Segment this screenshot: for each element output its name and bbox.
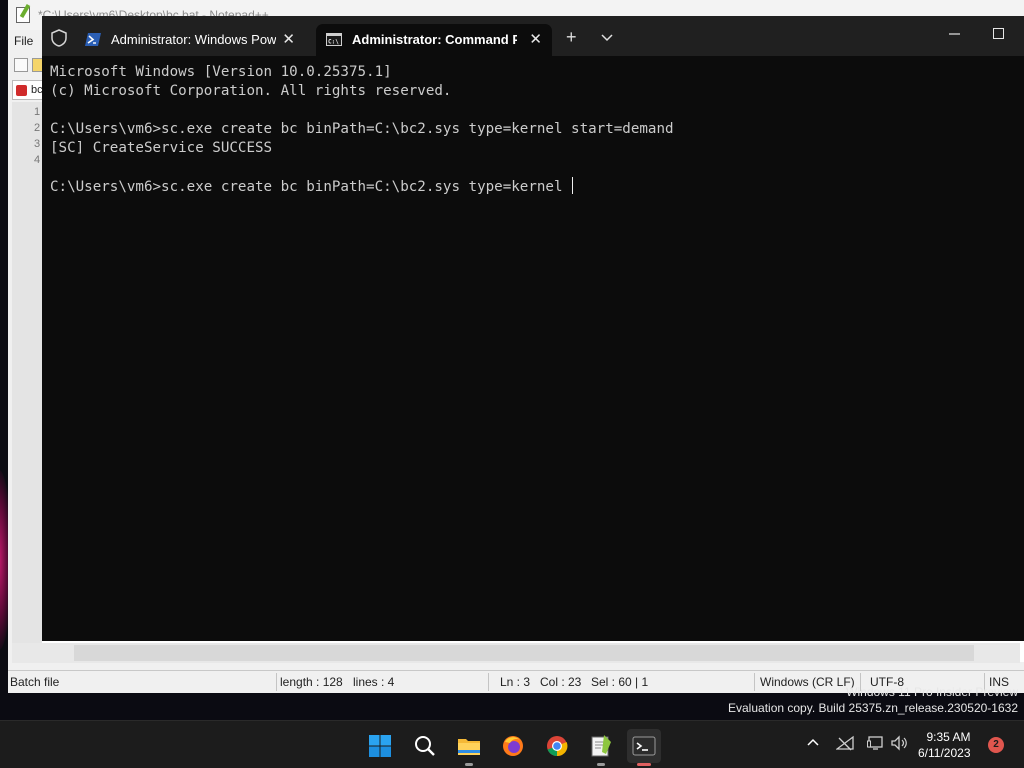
terminal-button[interactable] (627, 729, 661, 766)
scrollbar-thumb[interactable] (74, 645, 974, 661)
terminal-line: [SC] CreateService SUCCESS (50, 140, 273, 156)
notepad-tab-label: bc (31, 84, 43, 96)
device-icon[interactable] (867, 735, 885, 751)
chrome-button[interactable] (540, 729, 574, 763)
status-separator (276, 673, 277, 691)
search-button[interactable] (408, 729, 442, 763)
clock-date: 6/11/2023 (918, 746, 971, 760)
chevron-up-icon[interactable] (806, 735, 820, 749)
close-tab-icon[interactable]: ✕ (529, 30, 542, 48)
start-button[interactable] (363, 729, 397, 763)
svg-text:C:\: C:\ (328, 39, 339, 46)
tab-command-prompt[interactable]: C:\ Administrator: Command Prompt ✕ (316, 24, 552, 56)
minimize-icon[interactable] (945, 24, 965, 44)
close-tab-icon[interactable]: ✕ (282, 30, 295, 48)
running-indicator (465, 763, 473, 766)
tab-powershell-label: Administrator: Windows PowerShell (111, 32, 276, 47)
chrome-icon (547, 736, 568, 757)
status-lines: lines : 4 (353, 675, 395, 689)
taskbar: 9:35 AM 6/11/2023 2 (0, 720, 1024, 768)
line-number: 3 (34, 138, 41, 150)
admin-shield-icon (51, 29, 67, 47)
line-number-gutter: 1 2 3 4 (12, 102, 42, 662)
running-indicator (597, 763, 605, 766)
new-tab-button[interactable]: + (566, 27, 577, 48)
windows-terminal-window[interactable]: Administrator: Windows PowerShell ✕ C:\ … (42, 16, 1024, 641)
status-selection: Sel : 60 | 1 (591, 675, 649, 689)
terminal-title-bar[interactable]: Administrator: Windows PowerShell ✕ C:\ … (42, 16, 1024, 56)
line-number: 2 (34, 122, 41, 134)
notepad-app-icon (16, 7, 30, 23)
status-column: Col : 23 (540, 675, 582, 689)
line-number: 4 (34, 154, 41, 166)
notepad-plus-plus-button[interactable] (584, 729, 618, 766)
network-disconnected-icon[interactable] (836, 735, 854, 751)
status-separator (488, 673, 489, 691)
terminal-current-input: C:\Users\vm6>sc.exe create bc binPath=C:… (50, 179, 572, 195)
terminal-prompt-line[interactable]: C:\Users\vm6>sc.exe create bc binPath=C:… (50, 177, 1010, 196)
text-cursor (572, 177, 574, 194)
active-indicator (637, 763, 651, 766)
maximize-icon[interactable] (993, 28, 1004, 39)
terminal-line: C:\Users\vm6>sc.exe create bc binPath=C:… (50, 121, 674, 137)
status-file-type: Batch file (10, 675, 60, 689)
unsaved-file-icon (16, 85, 27, 96)
cmd-icon: C:\ (326, 33, 342, 46)
notification-badge[interactable]: 2 (988, 737, 1004, 753)
new-file-icon[interactable] (14, 58, 28, 72)
volume-icon[interactable] (891, 735, 909, 751)
file-explorer-button[interactable] (452, 729, 486, 766)
start-icon (369, 735, 391, 757)
terminal-line: Microsoft Windows [Version 10.0.25375.1] (50, 64, 392, 80)
firefox-icon (503, 736, 523, 756)
watermark-edition: Windows 11 Pro Insider Preview (846, 685, 1018, 699)
terminal-line: (c) Microsoft Corporation. All rights re… (50, 83, 452, 99)
search-icon (415, 736, 435, 756)
tab-command-prompt-label: Administrator: Command Prompt (352, 32, 517, 47)
watermark-build: Evaluation copy. Build 25375.zn_release.… (728, 701, 1018, 715)
status-line: Ln : 3 (500, 675, 531, 689)
notepad-plus-plus-icon (591, 735, 611, 757)
terminal-output[interactable]: Microsoft Windows [Version 10.0.25375.1]… (50, 63, 1010, 633)
terminal-icon (632, 736, 656, 756)
windows-watermark: Windows 11 Pro Insider Preview Evaluatio… (728, 684, 1018, 716)
tab-powershell[interactable]: Administrator: Windows PowerShell ✕ (75, 24, 305, 56)
line-number: 1 (34, 106, 41, 118)
chevron-down-icon[interactable] (600, 27, 614, 47)
clock[interactable]: 9:35 AM 6/11/2023 (918, 729, 971, 761)
clock-time: 9:35 AM (926, 730, 971, 744)
file-explorer-icon (458, 739, 480, 755)
horizontal-scrollbar[interactable] (12, 643, 1020, 663)
powershell-icon (85, 33, 101, 46)
menu-file[interactable]: File (14, 34, 33, 48)
status-length: length : 128 (280, 675, 343, 689)
firefox-button[interactable] (496, 729, 530, 763)
